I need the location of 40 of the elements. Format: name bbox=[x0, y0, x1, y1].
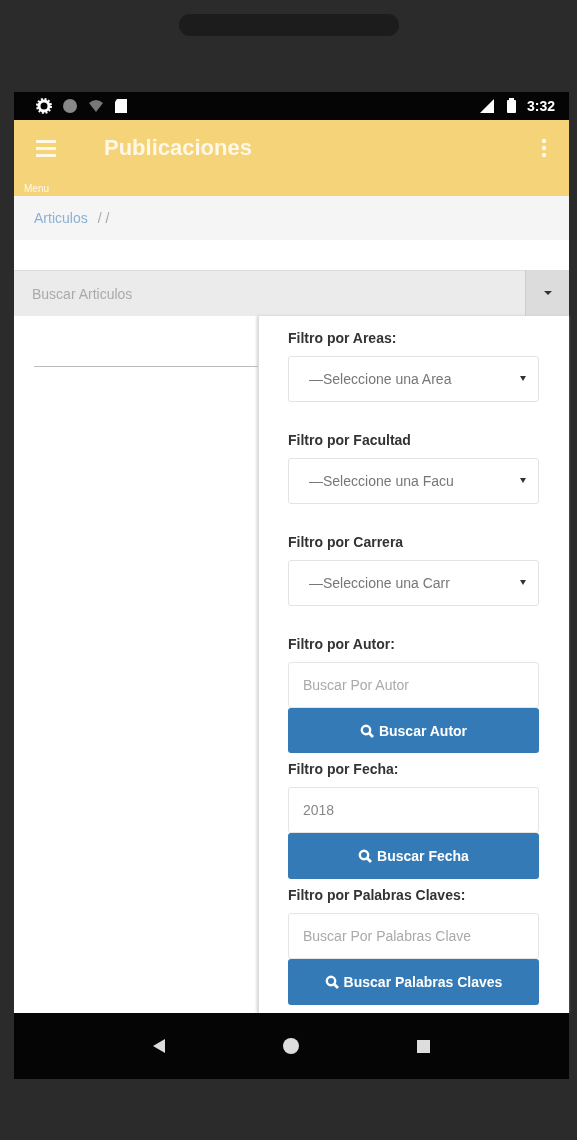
input-field[interactable]: Buscar Por Palabras Clave bbox=[288, 913, 539, 960]
recents-button[interactable] bbox=[417, 1039, 431, 1053]
menu-label: Menu bbox=[24, 183, 49, 194]
circle-icon bbox=[62, 98, 78, 114]
app-title: Publicaciones bbox=[104, 135, 253, 161]
gear-icon bbox=[36, 98, 52, 114]
filter-label: Filtro por Palabras Claves: bbox=[288, 887, 467, 904]
caret-down-icon bbox=[520, 376, 526, 382]
search-button[interactable]: Buscar Autor bbox=[288, 707, 539, 754]
search-button[interactable]: Buscar Fecha bbox=[288, 833, 539, 880]
select-field[interactable]: —Seleccione una Facu bbox=[288, 457, 539, 504]
caret-down-icon bbox=[543, 291, 552, 295]
battery-icon bbox=[505, 98, 517, 114]
wifi-icon bbox=[88, 98, 104, 114]
select-field[interactable]: —Seleccione una Carr bbox=[288, 559, 539, 606]
search-field[interactable]: Buscar Articulos bbox=[14, 270, 525, 316]
caret-down-icon bbox=[520, 478, 526, 484]
home-icon bbox=[282, 1037, 300, 1055]
caret-down-icon bbox=[520, 580, 526, 586]
sd-card-icon bbox=[114, 98, 128, 114]
back-button[interactable] bbox=[152, 1039, 165, 1053]
more-vert-icon bbox=[541, 138, 547, 158]
breadcrumb-separator: / / bbox=[97, 210, 110, 226]
search-icon bbox=[324, 975, 339, 990]
menu-icon bbox=[36, 139, 56, 157]
back-icon bbox=[152, 1039, 165, 1053]
filter-label: Filtro por Fecha: bbox=[288, 761, 400, 778]
home-button[interactable] bbox=[282, 1037, 300, 1055]
input-field[interactable]: 2018 bbox=[288, 787, 539, 834]
clock-time: 3:32 bbox=[526, 98, 555, 114]
filter-label: Filtro por Facultad bbox=[288, 431, 412, 448]
search-button[interactable]: Buscar Palabras Claves bbox=[288, 959, 539, 1005]
filter-label: Filtro por Areas: bbox=[288, 330, 398, 346]
filter-label: Filtro por Carrera bbox=[288, 533, 405, 550]
search-icon bbox=[358, 849, 373, 864]
filter-label: Filtro por Autor: bbox=[288, 635, 396, 652]
search-icon bbox=[359, 723, 374, 738]
select-field[interactable]: —Seleccione una Area bbox=[288, 356, 539, 402]
square-icon bbox=[417, 1039, 431, 1053]
input-field[interactable]: Buscar Por Autor bbox=[288, 661, 539, 708]
